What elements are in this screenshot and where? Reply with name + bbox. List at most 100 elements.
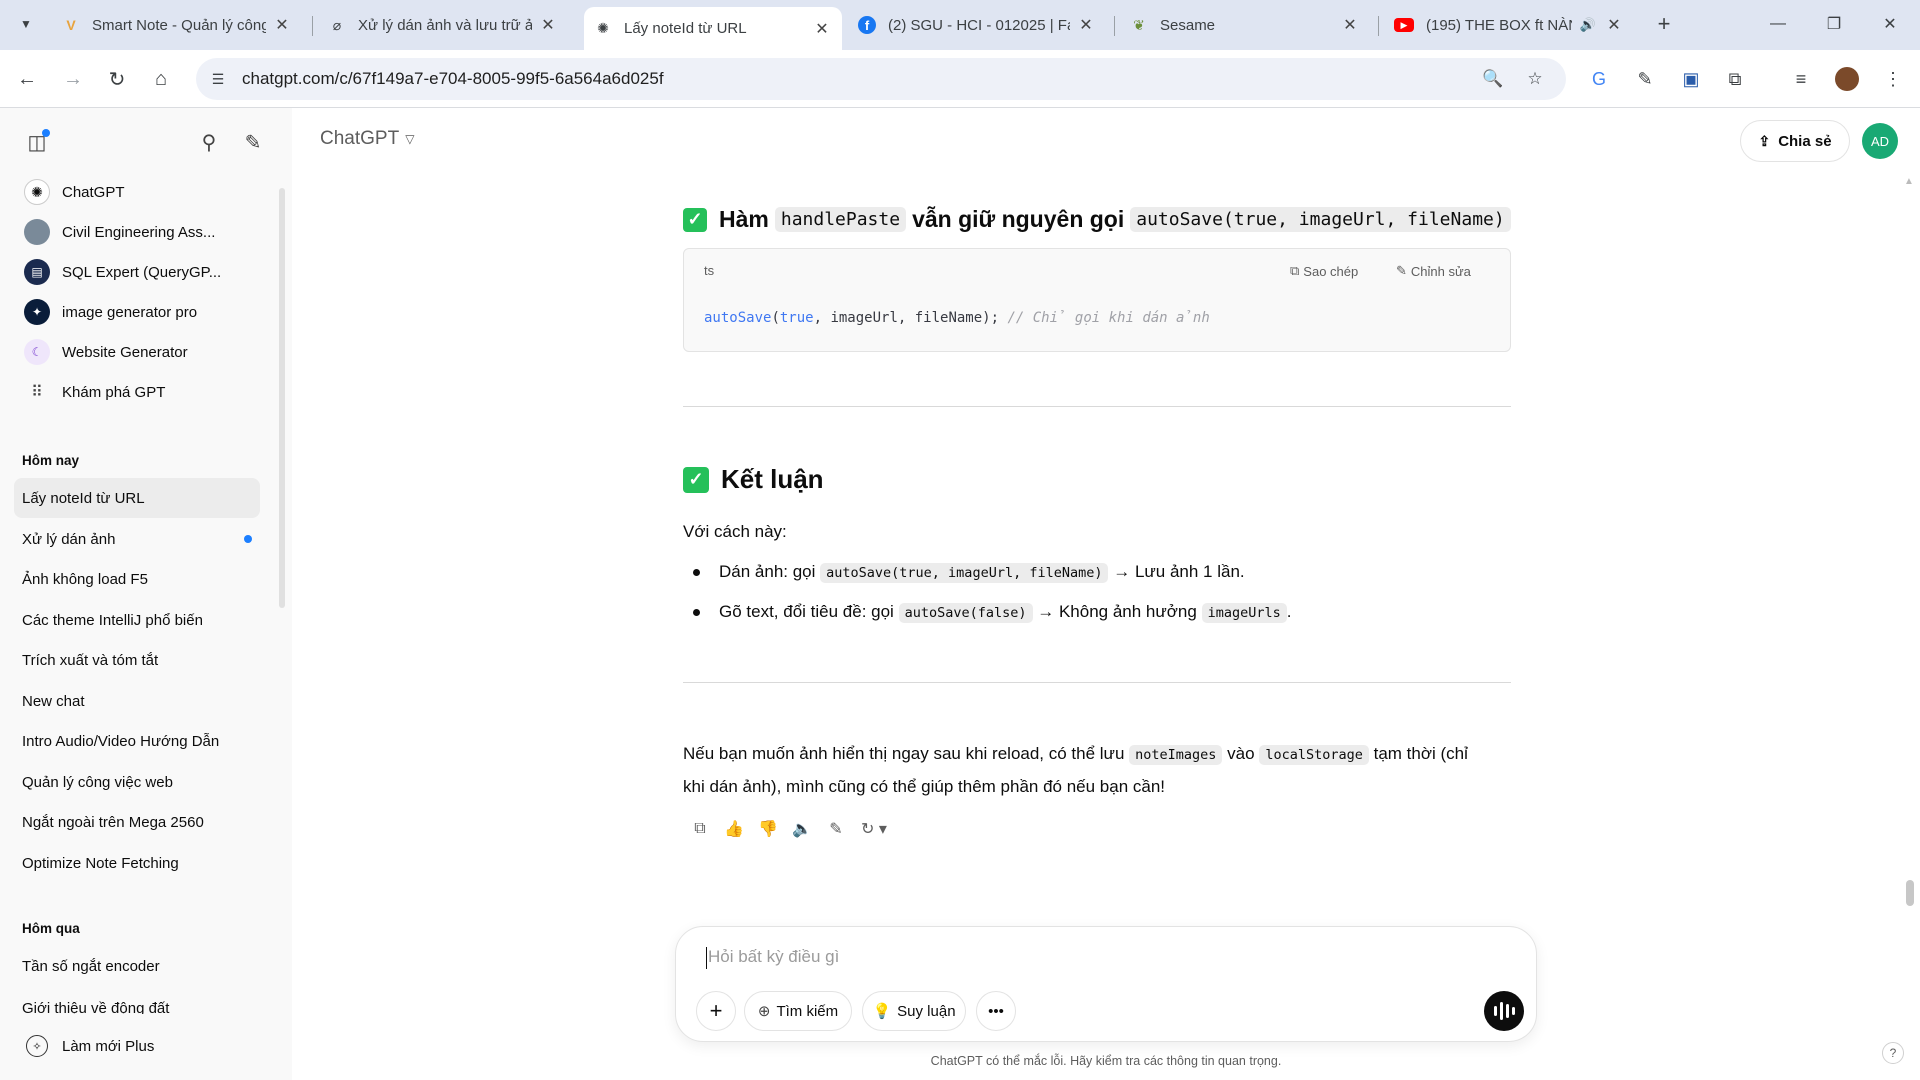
- zoom-icon[interactable]: 🔍: [1482, 68, 1504, 90]
- sidebar-item-civil-engineering[interactable]: Civil Engineering Ass...: [14, 213, 260, 251]
- minimize-icon[interactable]: —: [1764, 10, 1792, 38]
- tab-search-chevron-icon[interactable]: ▼: [12, 10, 40, 38]
- sidebar-scrollbar[interactable]: [279, 188, 285, 608]
- step-heading: ✓ Hàm handlePaste vẫn giữ nguyên gọi aut…: [683, 206, 1517, 233]
- model-selector[interactable]: ChatGPT ▽: [320, 128, 414, 150]
- close-icon[interactable]: ✕: [272, 15, 292, 35]
- waveform-bar: [1511, 1007, 1515, 1015]
- home-icon[interactable]: ⌂: [146, 64, 176, 94]
- chat-item[interactable]: Quản lý công việc web: [14, 762, 260, 802]
- edit-canvas-icon[interactable]: ✎: [819, 814, 853, 844]
- tab-youtube[interactable]: ▶ (195) THE BOX ft NÀNG 🔊 ✕: [1384, 7, 1634, 43]
- profile-avatar[interactable]: [1832, 64, 1862, 94]
- heading-text: Kết luận: [721, 464, 824, 494]
- main-scrollbar[interactable]: [1906, 880, 1914, 906]
- chat-item[interactable]: New chat: [14, 681, 260, 721]
- upgrade-plan-button[interactable]: ✧ Làm mới Plus: [14, 1026, 274, 1066]
- sidebar-toggle-icon[interactable]: ◫: [22, 127, 52, 157]
- tab-title: Xử lý dán ảnh và lưu trữ ản: [358, 16, 532, 34]
- bookmark-star-icon[interactable]: ☆: [1524, 68, 1546, 90]
- inline-code: localStorage: [1259, 745, 1369, 765]
- edit-code-button[interactable]: ✎ Chỉnh sửa: [1396, 263, 1471, 279]
- inline-code: autoSave(true, imageUrl, fileName): [1130, 207, 1511, 232]
- more-tools-button[interactable]: •••: [976, 991, 1016, 1031]
- copy-code-button[interactable]: ⧉ Sao chép: [1290, 263, 1358, 279]
- close-icon[interactable]: ✕: [1340, 15, 1360, 35]
- reason-tool-button[interactable]: 💡 Suy luận: [862, 991, 966, 1031]
- attach-plus-button[interactable]: +: [696, 991, 736, 1031]
- search-icon[interactable]: ⚲: [194, 127, 224, 157]
- tab-title: (2) SGU - HCI - 012025 | Fa: [888, 16, 1070, 34]
- code-token: , imageUrl, fileName);: [813, 310, 1008, 326]
- conclusion-intro: Với cách này:: [683, 522, 787, 541]
- list-text: Dán ảnh: gọi: [719, 562, 816, 581]
- close-icon[interactable]: ✕: [1076, 15, 1096, 35]
- site-info-icon[interactable]: ☰: [208, 69, 228, 89]
- speaker-icon[interactable]: 🔊: [1578, 15, 1598, 35]
- upgrade-label: Làm mới Plus: [62, 1037, 155, 1055]
- sidebar-item-sql-expert[interactable]: ▤ SQL Expert (QueryGP...: [14, 253, 260, 291]
- sidebar-item-website-generator[interactable]: ☾ Website Generator: [14, 333, 260, 371]
- back-arrow-icon[interactable]: ←: [12, 64, 42, 94]
- reason-tool-label: Suy luận: [897, 1002, 956, 1020]
- thumbs-down-icon[interactable]: 👎: [751, 814, 785, 844]
- regenerate-icon[interactable]: ↻ ▾: [853, 814, 895, 844]
- bullet-list: Dán ảnh: gọi autoSave(true, imageUrl, fi…: [683, 552, 1291, 632]
- sidebar-item-image-generator[interactable]: ✦ image generator pro: [14, 293, 260, 331]
- code-comment: // Chỉ gọi khi dán ảnh: [1007, 310, 1210, 326]
- thumbs-up-icon[interactable]: 👍: [717, 814, 751, 844]
- forward-arrow-icon[interactable]: →: [58, 64, 88, 94]
- chat-item[interactable]: Ảnh không load F5: [14, 559, 260, 599]
- new-chat-icon[interactable]: ✎: [238, 127, 268, 157]
- prompt-input[interactable]: Hỏi bất kỳ điều gì: [708, 947, 839, 967]
- facebook-favicon-icon: f: [858, 16, 876, 34]
- chat-item[interactable]: Tần số ngắt encoder: [14, 946, 260, 986]
- sidebar-item-chatgpt[interactable]: ✺ ChatGPT: [14, 173, 260, 211]
- tab-facebook[interactable]: f (2) SGU - HCI - 012025 | Fa ✕: [848, 7, 1106, 43]
- chat-item[interactable]: Xử lý dán ảnh: [14, 519, 260, 559]
- chat-item[interactable]: Các theme IntelliJ phổ biến: [14, 600, 260, 640]
- scroll-up-arrow-icon[interactable]: ▲: [1904, 176, 1914, 187]
- tab-xu-ly-dan-anh[interactable]: ⌀ Xử lý dán ảnh và lưu trữ ản ✕: [318, 7, 568, 43]
- browser-menu-icon[interactable]: ⋮: [1878, 64, 1908, 94]
- copy-icon[interactable]: ⧉: [683, 814, 717, 844]
- window-close-icon[interactable]: ✕: [1876, 10, 1904, 38]
- media-control-icon[interactable]: ≡: [1786, 64, 1816, 94]
- sidebar-item-explore-gpts[interactable]: ⠿ Khám phá GPT: [14, 373, 260, 411]
- waveform-bar: [1499, 1002, 1503, 1020]
- eyedropper-icon[interactable]: ✎: [1630, 64, 1660, 94]
- tab-sesame[interactable]: ❦ Sesame ✕: [1120, 7, 1370, 43]
- url-text[interactable]: chatgpt.com/c/67f149a7-e704-8005-99f5-6a…: [242, 69, 664, 89]
- vivaldi-like-favicon-icon: V: [66, 17, 76, 33]
- google-translate-icon[interactable]: G: [1584, 64, 1614, 94]
- restore-icon[interactable]: ❐: [1820, 10, 1848, 38]
- extensions-puzzle-icon[interactable]: ⧉: [1720, 64, 1750, 94]
- voice-mode-button[interactable]: [1484, 991, 1524, 1031]
- sidebar-footer: ✧ Làm mới Plus: [0, 1014, 292, 1080]
- close-icon[interactable]: ✕: [812, 19, 832, 39]
- chat-item-label: Quản lý công việc web: [22, 773, 173, 791]
- help-icon[interactable]: ?: [1882, 1042, 1904, 1064]
- search-tool-button[interactable]: ⊕ Tìm kiếm: [744, 991, 852, 1031]
- chat-item[interactable]: Trích xuất và tóm tắt: [14, 640, 260, 680]
- read-aloud-icon[interactable]: 🔈: [785, 814, 819, 844]
- chat-item[interactable]: Ngắt ngoài trên Mega 2560: [14, 802, 260, 842]
- close-icon[interactable]: ✕: [538, 15, 558, 35]
- chat-item[interactable]: Optimize Note Fetching: [14, 843, 260, 883]
- tab-smart-note[interactable]: V Smart Note - Quản lý công ✕: [52, 7, 302, 43]
- chat-item[interactable]: Lấy noteId từ URL: [14, 478, 260, 518]
- user-avatar[interactable]: AD: [1862, 123, 1898, 159]
- main-header: ChatGPT ▽ ⇪ Chia sẻ AD: [292, 108, 1920, 174]
- edit-label: Chỉnh sửa: [1410, 263, 1471, 279]
- address-bar[interactable]: ☰ chatgpt.com/c/67f149a7-e704-8005-99f5-…: [196, 58, 1566, 100]
- tab-title: Smart Note - Quản lý công: [92, 16, 266, 34]
- reload-icon[interactable]: ↻: [102, 64, 132, 94]
- extension-badge-icon[interactable]: ▣: [1676, 64, 1706, 94]
- close-icon[interactable]: ✕: [1604, 15, 1624, 35]
- chat-item[interactable]: Intro Audio/Video Hướng Dẫn: [14, 721, 260, 761]
- new-tab-button[interactable]: +: [1652, 11, 1676, 36]
- share-button[interactable]: ⇪ Chia sẻ: [1740, 120, 1850, 162]
- tab-lay-noteid-active[interactable]: ✺ Lấy noteId từ URL ✕: [584, 7, 842, 50]
- youtube-favicon-icon: ▶: [1394, 18, 1414, 32]
- chat-item[interactable]: Giới thiệu về động đất: [14, 986, 260, 1014]
